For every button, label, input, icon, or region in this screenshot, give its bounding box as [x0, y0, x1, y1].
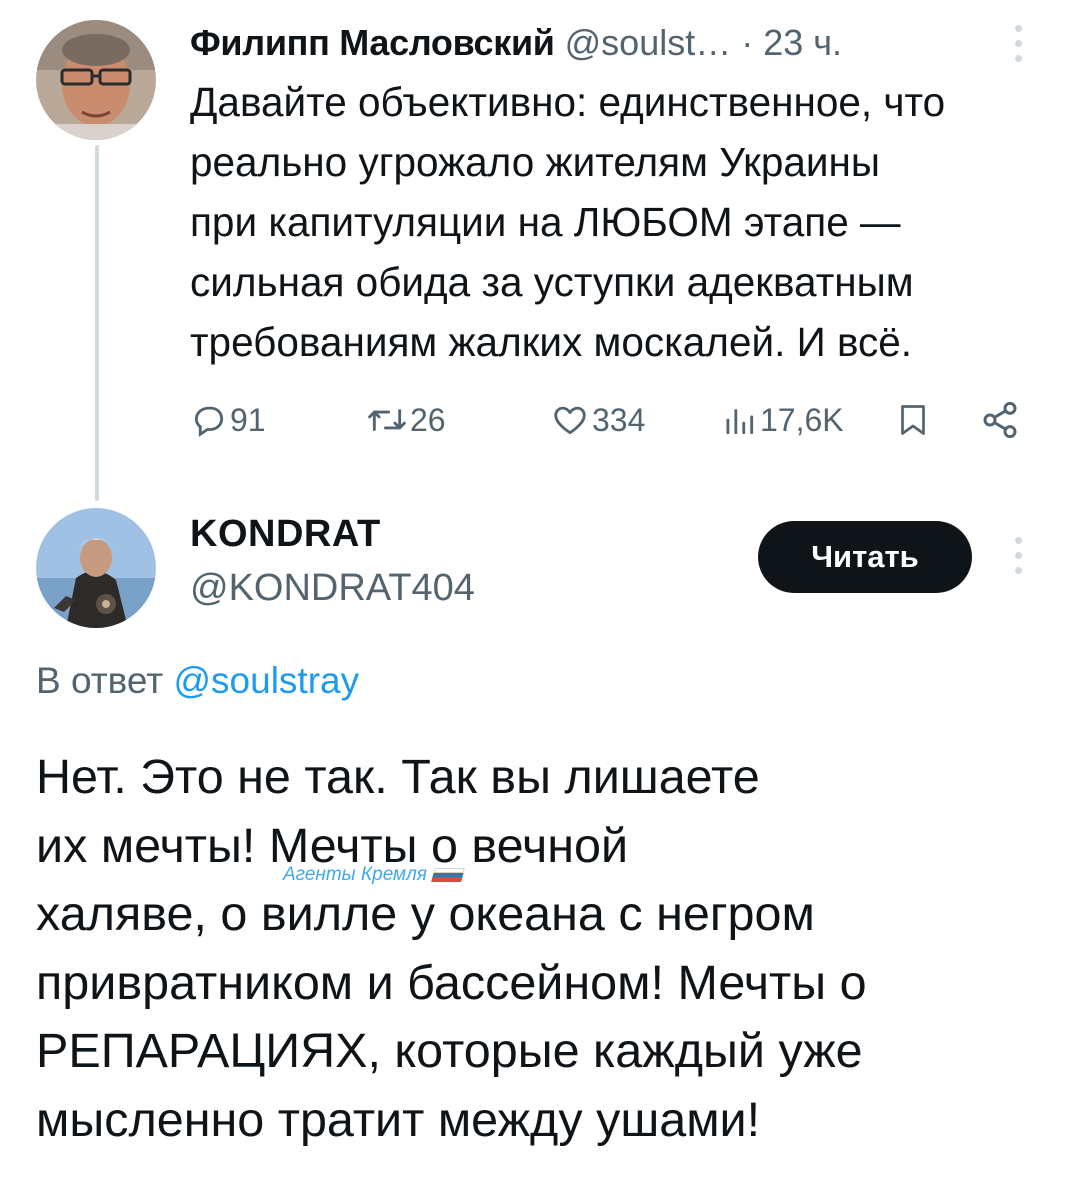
watermark-text: Агенты Кремля: [283, 864, 427, 885]
reply-icon: [194, 406, 224, 437]
reply-mention-link[interactable]: @soulstray: [174, 660, 360, 701]
like-count: 334: [592, 401, 646, 438]
text-line: при капитуляции на ЛЮБОМ этапе —: [190, 199, 901, 245]
retweet-button[interactable]: 26: [366, 390, 446, 450]
text-line: сильная обида за уступки адекватным: [190, 259, 914, 305]
text-line: привратником и бассейном! Мечты о: [36, 955, 867, 1010]
reply-prefix: В ответ: [36, 660, 164, 701]
russian-flag-icon: [431, 868, 465, 882]
bookmark-button[interactable]: [895, 390, 931, 450]
text-line: мысленно тратит между ушами!: [36, 1092, 761, 1147]
retweet-icon: [368, 409, 406, 431]
follow-button[interactable]: Читать: [758, 521, 972, 593]
thread-connector-line: [95, 145, 99, 501]
reply-context: В ответ @soulstray: [36, 660, 359, 702]
text-line: Нет. Это не так. Так вы лишаете: [36, 750, 760, 804]
text-line: требованиям жалких москалей. И всё.: [190, 319, 913, 365]
reply-author-handle[interactable]: @KONDRAT404: [190, 567, 475, 610]
views-icon: [726, 409, 754, 435]
like-button[interactable]: 334: [550, 390, 645, 450]
more-vertical-icon[interactable]: [1013, 537, 1023, 574]
share-button[interactable]: [980, 390, 1020, 450]
avatar-kondrat[interactable]: [36, 508, 156, 628]
views-count: 17,6K: [760, 401, 844, 438]
tweet-actions-bar: 91 26 334 17,6K: [190, 390, 1030, 450]
text-line: реально угрожало жителям Украины: [190, 139, 880, 185]
bookmark-icon: [901, 405, 925, 435]
retweet-count: 26: [410, 401, 446, 438]
separator-dot: ·: [741, 22, 754, 63]
reply-count: 91: [230, 401, 266, 438]
share-icon: [983, 401, 1017, 439]
views-button[interactable]: 17,6K: [720, 390, 844, 450]
text-line: их мечты! Мечты о вечной: [36, 818, 629, 873]
text-line: РЕПАРАЦИЯХ, которые каждый уже: [36, 1024, 863, 1078]
tweet-time[interactable]: 23 ч.: [763, 22, 842, 64]
parent-tweet-header: Филипп Масловский @soulst… · 23 ч.: [190, 14, 1060, 72]
more-vertical-icon[interactable]: [1013, 25, 1023, 62]
author-name[interactable]: Филипп Масловский: [190, 22, 555, 64]
text-line: Давайте объективно: единственное, что: [190, 79, 946, 125]
reply-author-name[interactable]: KONDRAT: [190, 513, 381, 556]
reply-tweet-text: Нет. Это не так. Так вы лишаете их мечты…: [36, 743, 1066, 1154]
watermark: Агенты Кремля: [283, 864, 465, 886]
reply-button[interactable]: 91: [190, 390, 266, 450]
parent-tweet-text: Давайте объективно: единственное, что ре…: [190, 72, 1060, 372]
text-line: халяве, о вилле у океана с негром: [36, 887, 815, 941]
avatar-filipp[interactable]: [36, 20, 156, 140]
author-handle[interactable]: @soulst…: [565, 22, 732, 64]
heart-icon: [554, 406, 586, 435]
